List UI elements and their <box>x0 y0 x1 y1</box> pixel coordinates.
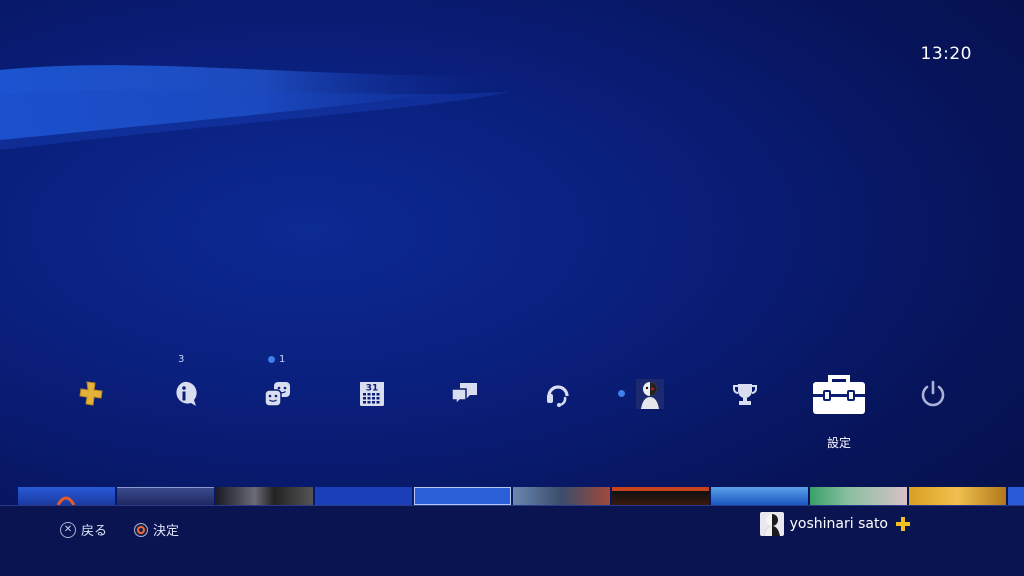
ps-plus-member-icon <box>896 517 910 531</box>
content-tile[interactable] <box>18 487 115 505</box>
ps-plus-icon <box>79 381 103 406</box>
content-tile[interactable] <box>315 487 412 505</box>
function-item-party[interactable] <box>530 366 586 422</box>
info-bubble-icon <box>176 381 197 406</box>
content-tile[interactable] <box>711 487 808 505</box>
content-tile[interactable] <box>810 487 907 505</box>
cross-button-icon: ✕ <box>60 521 76 538</box>
back-label: 戻る <box>81 524 108 539</box>
calendar-day: 31 <box>366 384 379 394</box>
function-item-friends[interactable] <box>250 366 306 422</box>
function-item-notifications[interactable] <box>156 366 212 422</box>
username: yoshinari sato <box>789 516 888 532</box>
selected-item-label: 設定 <box>826 436 852 450</box>
friends-count: 1 <box>279 354 286 365</box>
online-status-dot <box>618 390 625 397</box>
content-tile[interactable] <box>216 487 313 505</box>
bottom-bar: ✕ 戻る 決定 yoshinari sato <box>0 505 1024 576</box>
calendar-icon: 31 <box>360 382 384 406</box>
function-item-settings[interactable] <box>807 362 871 426</box>
function-area: 3 1 31 <box>0 350 1024 450</box>
toolbox-icon <box>813 375 865 414</box>
content-area-strip <box>18 487 1024 505</box>
content-tile[interactable] <box>1008 487 1024 505</box>
notification-count-badge: 3 <box>178 354 185 365</box>
clock: 13:20 <box>920 44 972 64</box>
function-item-events[interactable]: 31 <box>344 366 400 422</box>
background-wave <box>0 65 520 150</box>
circle-button-icon <box>134 522 148 537</box>
content-tile[interactable] <box>612 487 709 505</box>
content-tile[interactable] <box>414 487 511 505</box>
ps4-function-screen: 13:20 3 1 31 設定 ✕ 戻る 決定 yoshinari sato <box>0 0 1024 576</box>
user-avatar <box>759 512 784 536</box>
back-hint[interactable]: ✕ 戻る <box>60 520 107 539</box>
headset-icon <box>547 385 569 407</box>
function-item-playstation-plus[interactable] <box>63 366 119 422</box>
content-tile[interactable] <box>117 487 214 505</box>
user-info: yoshinari sato <box>759 512 910 536</box>
content-tile[interactable] <box>513 487 610 505</box>
function-item-profile[interactable] <box>618 366 678 422</box>
trophy-icon <box>733 384 757 405</box>
messages-icon <box>451 383 477 406</box>
friends-icon <box>264 382 290 407</box>
power-icon <box>921 380 945 407</box>
confirm-label: 決定 <box>153 524 180 539</box>
function-item-power[interactable] <box>905 366 961 422</box>
function-item-trophies[interactable] <box>717 366 773 422</box>
confirm-hint[interactable]: 決定 <box>134 520 179 539</box>
friend-online-dot <box>268 355 275 363</box>
function-item-messages[interactable] <box>437 366 493 422</box>
content-tile[interactable] <box>909 487 1006 505</box>
friends-badge: 1 <box>268 354 285 365</box>
profile-avatar-icon <box>636 379 664 409</box>
